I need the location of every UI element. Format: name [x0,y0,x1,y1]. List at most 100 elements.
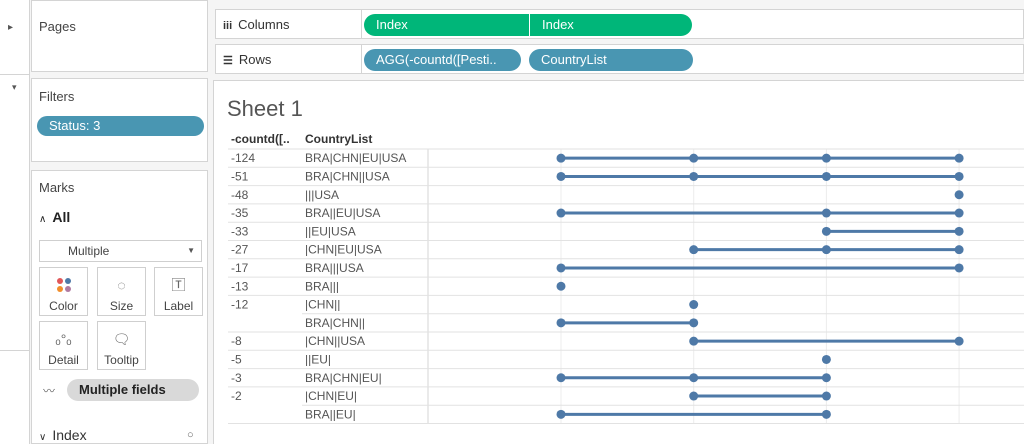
column-pill-index[interactable]: Index [364,14,529,36]
row-label-countrylist: BRA||EU| [305,407,356,421]
pages-shelf[interactable]: Pages [31,0,208,72]
filter-pill-status[interactable]: Status: 3 [37,116,204,136]
color-icon [40,273,87,297]
row-label-count: -8 [231,334,242,348]
label-icon: 🅃 [171,277,186,293]
data-point[interactable] [689,300,699,310]
dropdown-arrow-icon: ▼ [187,246,195,255]
divider [361,45,362,73]
mark-type-value: Multiple [68,244,110,258]
columns-shelf[interactable]: iii Columns Index Index [215,9,1024,39]
data-point[interactable] [821,373,831,383]
row-label-countrylist: ||EU|USA [305,224,356,238]
search-icon[interactable]: ○ [187,429,194,441]
data-pane-strip: ▸ ▾ [0,0,30,444]
row-pill-agg-countd[interactable]: AGG(-countd([Pesti.. [364,49,521,71]
data-point[interactable] [954,153,964,163]
tooltip-icon: 🗨 [112,331,131,347]
data-point[interactable] [556,208,566,218]
data-point[interactable] [556,409,566,419]
data-point[interactable] [954,190,964,200]
data-point[interactable] [689,171,699,181]
row-label-countrylist: |CHN||USA [305,334,365,348]
mark-type-dropdown[interactable]: Multiple ▼ [39,240,202,262]
data-point[interactable] [689,373,699,383]
data-point[interactable] [954,336,964,346]
data-point[interactable] [954,226,964,236]
filters-shelf[interactable]: Filters Status: 3 [31,78,208,162]
data-point[interactable] [821,245,831,255]
tooltip-button[interactable]: 🗨 Tooltip [97,321,146,370]
data-point[interactable] [556,318,566,328]
size-icon: ◌ [117,277,126,293]
data-point[interactable] [954,171,964,181]
data-point[interactable] [954,245,964,255]
expand-icon[interactable]: ▸ [8,22,13,33]
data-point[interactable] [821,171,831,181]
data-point[interactable] [954,263,964,273]
row-label-count: -48 [231,188,249,202]
data-point[interactable] [556,153,566,163]
columns-label: iii Columns [223,17,290,32]
data-point[interactable] [821,208,831,218]
rows-label: ☰ Rows [223,52,272,67]
data-point[interactable] [821,354,831,364]
row-label-countrylist: BRA|||USA [305,261,364,275]
data-point[interactable] [556,171,566,181]
data-point[interactable] [689,391,699,401]
data-point[interactable] [821,153,831,163]
data-point[interactable] [821,391,831,401]
rows-shelf[interactable]: ☰ Rows AGG(-countd([Pesti.. CountryList [215,44,1024,74]
row-label-count: -51 [231,169,249,183]
divider [0,74,30,75]
row-label-countrylist: BRA||| [305,279,339,293]
multiple-fields-pill[interactable]: Multiple fields [67,379,199,401]
data-point[interactable] [689,336,699,346]
row-label-count: -5 [231,352,242,366]
label-button[interactable]: 🅃 Label [154,267,203,316]
row-label-count: -124 [231,151,255,165]
marks-card: Marks ∧ All Multiple ▼ Color ◌ Size 🅃 Lab… [31,170,208,444]
row-label-countrylist: |CHN|EU| [305,389,357,403]
dumbbell-chart[interactable]: -124 BRA|CHN|EU|USA -51 BRA|CHN||USA -48 |||U… [214,81,1024,444]
marks-title: Marks [39,180,75,195]
data-point[interactable] [689,245,699,255]
row-label-countrylist: BRA|CHN|| [305,316,365,330]
divider [361,10,362,38]
row-label-countrylist: BRA|CHN|EU| [305,371,382,385]
row-label-count: -13 [231,279,249,293]
data-point[interactable] [556,373,566,383]
row-label-countrylist: BRA||EU|USA [305,206,380,220]
data-point[interactable] [689,153,699,163]
row-label-countrylist: BRA|CHN|EU|USA [305,151,406,165]
column-pill-index[interactable]: Index [530,14,692,36]
data-point[interactable] [954,208,964,218]
row-pill-countrylist[interactable]: CountryList [529,49,693,71]
row-label-countrylist: BRA|CHN||USA [305,169,390,183]
row-label-count: -33 [231,224,249,238]
pages-title: Pages [39,19,76,34]
sheet-view: Sheet 1 -countd([.. CountryList -124 BRA|… [213,80,1024,444]
row-label-countrylist: |CHN|| [305,298,340,312]
data-point[interactable] [689,318,699,328]
data-point[interactable] [556,263,566,273]
tableau-workspace: ▸ ▾ Pages Filters Status: 3 Marks ∧ All M… [0,0,1024,444]
data-point[interactable] [556,281,566,291]
dropdown-arrow-icon[interactable]: ▾ [12,82,17,93]
row-label-count: -3 [231,371,242,385]
index-marks-toggle[interactable]: ∨ Index ○ [39,427,194,443]
row-label-count: -35 [231,206,249,220]
data-point[interactable] [821,226,831,236]
row-label-countrylist: |||USA [305,188,339,202]
collapse-caret-icon: ∧ [39,214,47,225]
row-label-count: -2 [231,389,242,403]
marks-all-toggle[interactable]: ∧ All [39,209,70,225]
data-point[interactable] [821,409,831,419]
row-label-countrylist: |CHN|EU|USA [305,243,382,257]
detail-button[interactable]: ₒ°ₒ Detail [39,321,88,370]
size-button[interactable]: ◌ Size [97,267,146,316]
color-button[interactable]: Color [39,267,88,316]
filters-title: Filters [39,89,75,104]
size-label: Size [109,299,134,313]
all-label: All [52,209,71,225]
